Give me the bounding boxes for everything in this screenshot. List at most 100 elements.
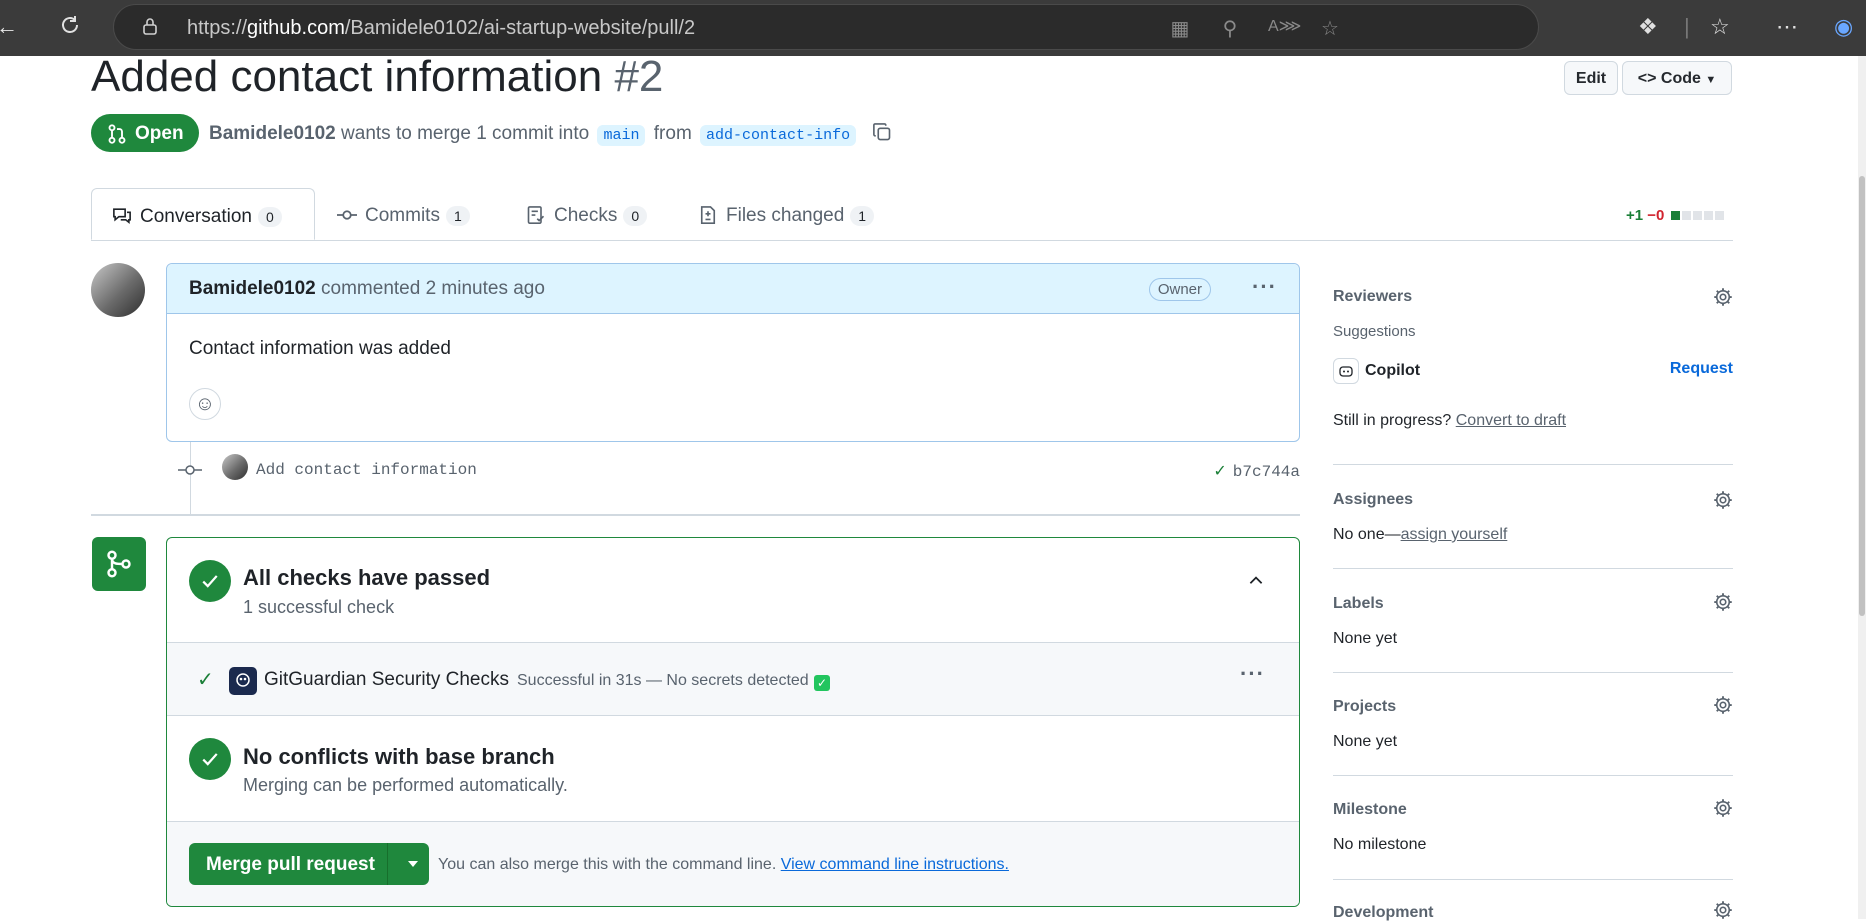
head-branch[interactable]: add-contact-info (700, 125, 857, 146)
git-merge-icon (92, 537, 146, 591)
convert-to-draft-link[interactable]: Convert to draft (1456, 412, 1566, 429)
copy-icon[interactable] (872, 122, 892, 142)
tab-commits[interactable]: Commits 1 (337, 188, 470, 240)
button-divider (387, 843, 388, 885)
labels-heading[interactable]: Labels (1333, 595, 1384, 613)
tab-files-changed[interactable]: Files changed 1 (698, 188, 875, 240)
diffstat-block (1714, 211, 1724, 220)
commit-message[interactable]: Add contact information (256, 461, 477, 479)
check-name[interactable]: GitGuardian Security Checks Successful in… (264, 669, 830, 691)
refresh-icon[interactable] (58, 13, 82, 37)
caret-down-icon: ▼ (1705, 74, 1717, 86)
favorites-icon[interactable]: ☆ (1710, 14, 1730, 40)
check-icon: ✓ (197, 669, 214, 691)
scrollbar-thumb[interactable] (1859, 176, 1865, 616)
more-menu-icon[interactable]: ⋯ (1776, 14, 1798, 40)
merge-options-caret-icon[interactable] (408, 861, 418, 867)
merge-box: All checks have passed 1 successful chec… (166, 537, 1300, 907)
diffstat-block (1692, 211, 1702, 220)
add-reaction-icon[interactable]: ☺ (189, 388, 221, 420)
checkbox-checked-icon: ✓ (813, 675, 830, 691)
git-commit-icon (178, 465, 202, 475)
pr-description-comment: Bamidele0102 commented 2 minutes ago Own… (166, 263, 1300, 442)
milestone-heading[interactable]: Milestone (1333, 801, 1407, 819)
base-branch[interactable]: main (597, 125, 646, 146)
back-icon[interactable]: ← (0, 14, 18, 40)
checks-subtitle: 1 successful check (243, 597, 395, 617)
labels-value: None yet (1333, 630, 1398, 647)
tab-conversation[interactable]: Conversation 0 (91, 188, 315, 240)
check-options-icon[interactable]: ··· (1240, 661, 1265, 687)
merge-pull-request-button[interactable]: Merge pull request (189, 843, 429, 885)
check-row: ✓ GitGuardian Security Checks Successful … (167, 642, 1299, 716)
zoom-icon[interactable]: ⚲ (1218, 16, 1242, 40)
sidebar-divider (1333, 464, 1733, 465)
chevron-up-icon[interactable] (1247, 572, 1265, 590)
timeline-divider (91, 514, 1300, 516)
comment-options-icon[interactable]: ··· (1252, 274, 1277, 300)
gitguardian-logo-icon (229, 667, 257, 695)
development-heading[interactable]: Development (1333, 904, 1433, 922)
favorite-star-icon[interactable]: ☆ (1318, 16, 1342, 40)
checks-title: All checks have passed (243, 565, 491, 590)
conflicts-title: No conflicts with base branch (243, 744, 555, 769)
comment-timestamp[interactable]: commented 2 minutes ago (321, 278, 545, 299)
suggestions-label: Suggestions (1333, 323, 1416, 340)
gear-icon[interactable] (1713, 900, 1733, 920)
edit-button[interactable]: Edit (1564, 61, 1618, 95)
page-scrollbar[interactable] (1858, 56, 1866, 919)
pr-state-badge: Open (91, 114, 199, 152)
tab-checks[interactable]: Checks 0 (526, 188, 648, 240)
copilot-icon (1333, 358, 1359, 384)
pr-author-link[interactable]: Bamidele0102 (209, 123, 336, 144)
gear-icon[interactable] (1713, 490, 1733, 510)
git-commit-icon (337, 210, 357, 220)
assign-yourself-link[interactable]: assign yourself (1401, 526, 1508, 543)
reviewers-heading[interactable]: Reviewers (1333, 288, 1412, 306)
commit-row: Add contact information ✓ b7c744a (222, 454, 1300, 486)
checks-summary: All checks have passed 1 successful chec… (167, 538, 1299, 642)
app-available-icon[interactable]: ▦ (1168, 16, 1192, 40)
milestone-value: No milestone (1333, 836, 1427, 853)
owner-badge: Owner (1148, 278, 1211, 301)
gear-icon[interactable] (1713, 592, 1733, 612)
sidebar-divider (1333, 672, 1733, 673)
timeline-line (190, 442, 191, 516)
commit-sha[interactable]: ✓ b7c744a (1213, 461, 1300, 481)
url-text[interactable]: https://github.com/Bamidele0102/ai-start… (187, 17, 695, 40)
pr-meta: Bamidele0102 wants to merge 1 commit int… (209, 122, 892, 146)
comment-body: Contact information was added (189, 338, 451, 359)
sidebar-divider (1333, 879, 1733, 880)
projects-heading[interactable]: Projects (1333, 698, 1396, 716)
diffstat-block (1703, 211, 1713, 220)
lock-icon[interactable] (142, 17, 158, 35)
sidebar-divider (1333, 775, 1733, 776)
file-diff-icon (700, 206, 716, 224)
command-line-instructions-link[interactable]: View command line instructions. (781, 856, 1009, 873)
conflicts-section: No conflicts with base branch Merging ca… (167, 716, 1299, 821)
read-aloud-icon[interactable]: A⋙ (1268, 16, 1301, 40)
commit-author-avatar[interactable] (222, 454, 248, 480)
assignees-value: No one—assign yourself (1333, 526, 1508, 543)
pr-title: Added contact information #2 (91, 52, 664, 101)
code-button[interactable]: <> Code ▼ (1622, 61, 1732, 95)
checklist-icon (527, 206, 545, 224)
assignees-heading[interactable]: Assignees (1333, 491, 1413, 509)
browser-toolbar: ← https://github.com/Bamidele0102/ai-sta… (0, 0, 1866, 56)
copilot-reviewer: Copilot (1365, 362, 1421, 379)
request-review-button[interactable]: Request (1670, 360, 1733, 378)
conversation-icon (113, 208, 131, 224)
merge-actions: Merge pull request You can also merge th… (167, 821, 1299, 906)
gear-icon[interactable] (1713, 695, 1733, 715)
avatar[interactable] (91, 263, 145, 317)
diffstat: +1 −0 (1626, 207, 1724, 224)
conflicts-subtitle: Merging can be performed automatically. (243, 775, 568, 795)
address-bar[interactable]: https://github.com/Bamidele0102/ai-start… (113, 4, 1539, 50)
gear-icon[interactable] (1713, 287, 1733, 307)
extensions-icon[interactable]: ❖ (1638, 14, 1658, 40)
sidebar-divider (1333, 568, 1733, 569)
copilot-browser-icon[interactable]: ◉ (1834, 14, 1853, 40)
gear-icon[interactable] (1713, 798, 1733, 818)
comment-author[interactable]: Bamidele0102 (189, 278, 316, 299)
diffstat-block (1670, 211, 1680, 220)
